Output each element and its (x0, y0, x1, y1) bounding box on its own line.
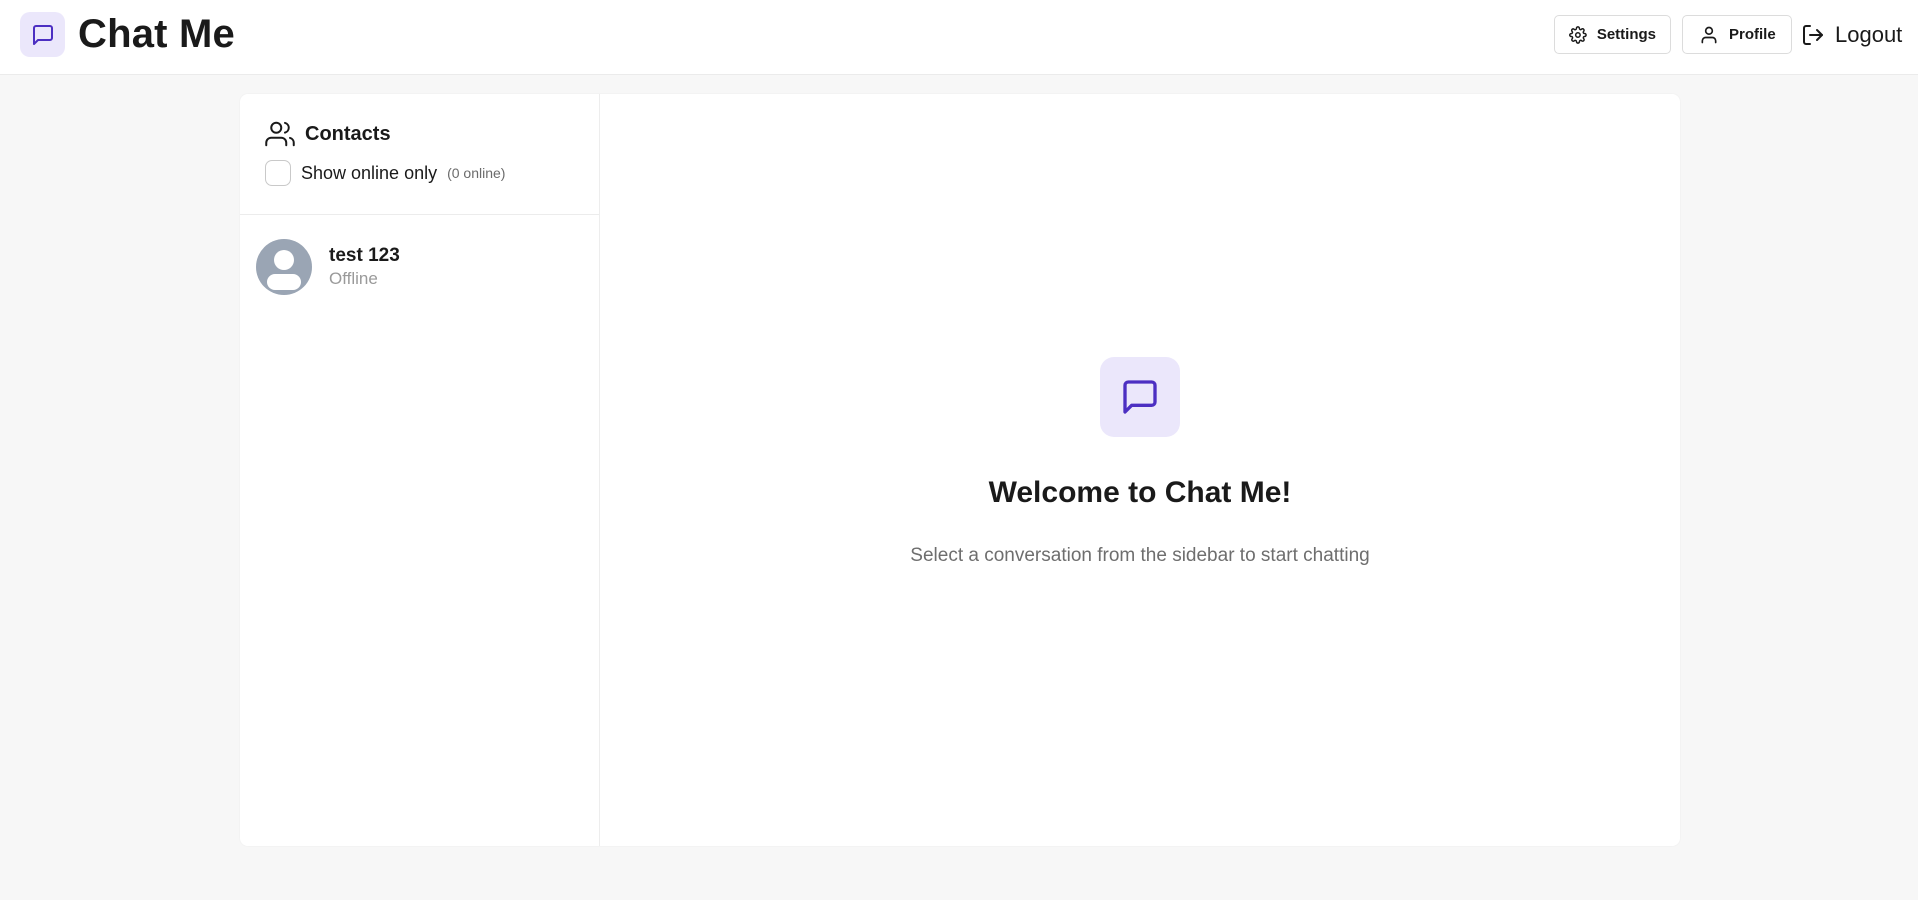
welcome-title: Welcome to Chat Me! (988, 476, 1292, 509)
default-avatar-icon (256, 239, 312, 295)
online-count: (0 online) (447, 165, 506, 181)
contacts-heading: Contacts (305, 122, 391, 145)
message-square-icon (32, 24, 53, 45)
settings-label: Settings (1596, 26, 1656, 43)
app-title: Chat Me (78, 12, 235, 56)
gear-icon (1569, 25, 1587, 44)
brand-logo-badge (20, 12, 65, 57)
settings-button[interactable]: Settings (1554, 15, 1671, 54)
profile-label: Profile (1729, 26, 1776, 43)
contacts-sidebar: Contacts Show online only (0 online) tes… (240, 94, 600, 846)
log-out-icon (1803, 25, 1823, 45)
users-icon (265, 121, 295, 147)
contact-name: test 123 (329, 245, 400, 266)
welcome-subtitle: Select a conversation from the sidebar t… (910, 545, 1370, 566)
brand[interactable]: Chat Me (20, 12, 235, 57)
message-square-icon (1123, 380, 1157, 414)
contacts-title-row: Contacts (265, 119, 599, 149)
chat-container: Contacts Show online only (0 online) tes… (240, 94, 1680, 846)
show-online-only-checkbox[interactable] (265, 160, 291, 186)
contact-item[interactable]: test 123 Offline (240, 227, 599, 307)
welcome-icon-badge (1100, 357, 1180, 437)
user-icon (1701, 26, 1717, 43)
online-filter: Show online only (0 online) (265, 160, 599, 186)
profile-button[interactable]: Profile (1682, 15, 1792, 54)
logout-label: Logout (1835, 22, 1903, 47)
contact-list: test 123 Offline (240, 227, 599, 307)
contact-meta: test 123 Offline (329, 244, 400, 290)
contact-status: Offline (329, 269, 378, 288)
logout-button[interactable]: Logout (1801, 18, 1902, 52)
show-online-only-label[interactable]: Show online only (301, 163, 437, 184)
chat-welcome-panel: Welcome to Chat Me! Select a conversatio… (600, 94, 1680, 846)
top-navbar: Chat Me Settings Profile Logout (0, 0, 1918, 75)
sidebar-header: Contacts Show online only (0 online) (240, 94, 599, 215)
